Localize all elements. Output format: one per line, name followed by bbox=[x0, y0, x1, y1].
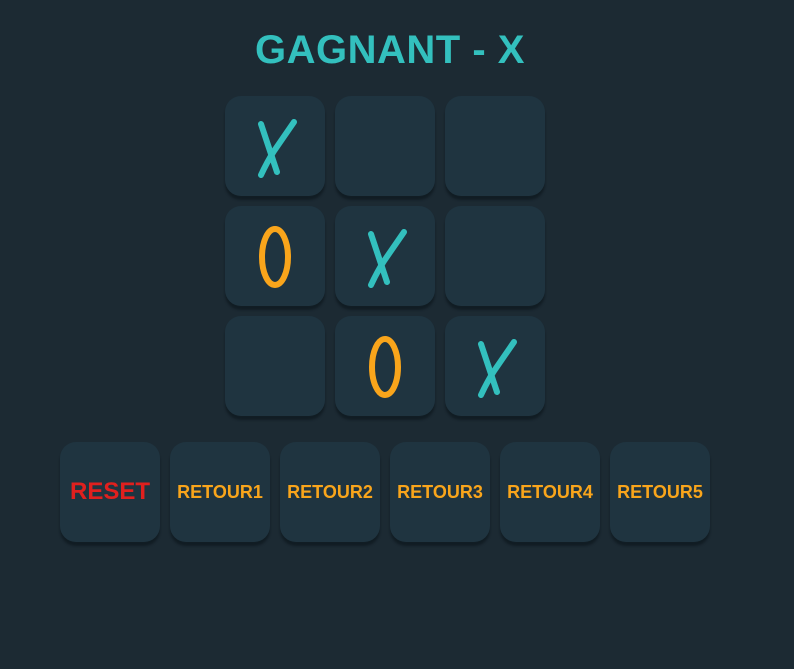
board-cell-7[interactable] bbox=[225, 316, 325, 416]
x-mark-icon bbox=[478, 339, 517, 398]
board-cell-4[interactable] bbox=[225, 206, 325, 306]
o-mark-icon bbox=[259, 226, 291, 288]
x-mark-icon bbox=[258, 119, 297, 178]
board-cell-9[interactable] bbox=[445, 316, 545, 416]
o-mark-icon bbox=[369, 336, 401, 398]
board-cell-1[interactable] bbox=[225, 96, 325, 196]
retour4-button[interactable]: RETOUR4 bbox=[500, 442, 600, 542]
board-cell-2[interactable] bbox=[335, 96, 435, 196]
retour3-button[interactable]: RETOUR3 bbox=[390, 442, 490, 542]
board-cell-5[interactable] bbox=[335, 206, 435, 306]
retour2-button[interactable]: RETOUR2 bbox=[280, 442, 380, 542]
game-board bbox=[225, 96, 545, 416]
board-cell-8[interactable] bbox=[335, 316, 435, 416]
retour1-button[interactable]: RETOUR1 bbox=[170, 442, 270, 542]
game-status-title: GAGNANT - X bbox=[255, 28, 525, 72]
x-mark-icon bbox=[368, 229, 407, 288]
board-cell-3[interactable] bbox=[445, 96, 545, 196]
retour5-button[interactable]: RETOUR5 bbox=[610, 442, 710, 542]
controls-bar: RESET RETOUR1 RETOUR2 RETOUR3 RETOUR4 RE… bbox=[60, 442, 710, 542]
board-cell-6[interactable] bbox=[445, 206, 545, 306]
reset-button[interactable]: RESET bbox=[60, 442, 160, 542]
